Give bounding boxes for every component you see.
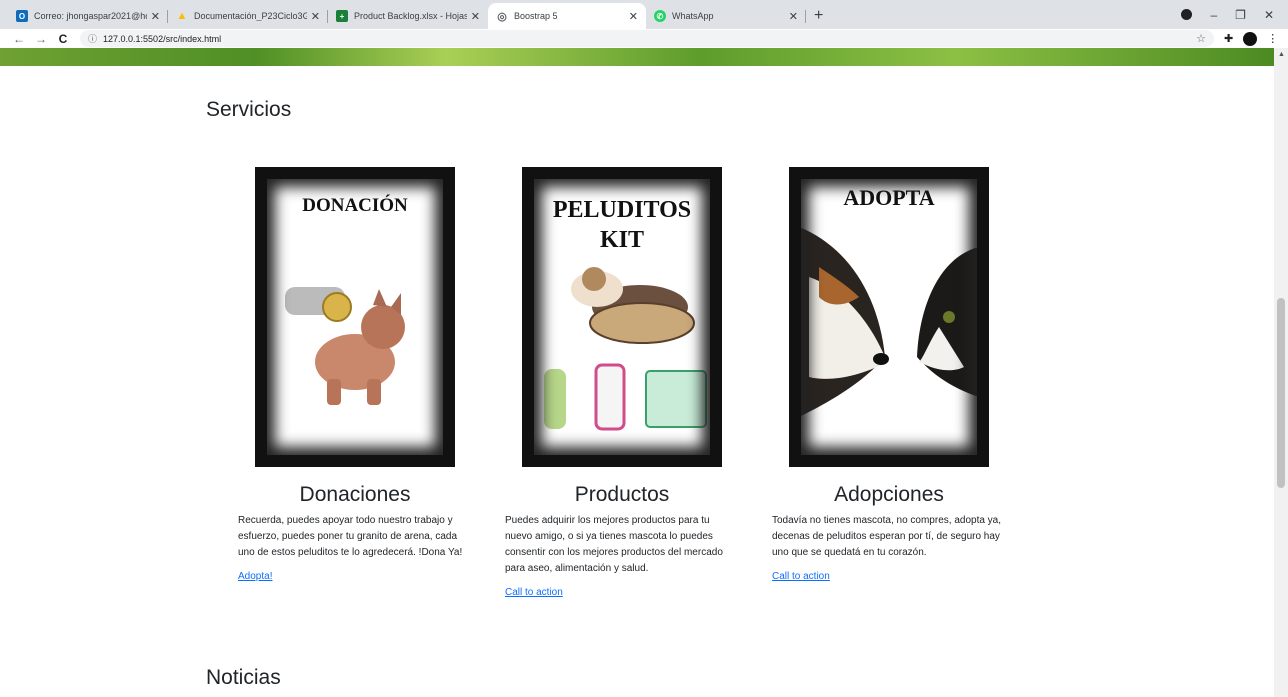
reload-icon[interactable]: C: [54, 32, 72, 46]
window-controls: – ❐ ✕: [1181, 0, 1288, 29]
adopt-image: ADOPTA: [789, 167, 989, 467]
page-scrollbar[interactable]: ▲: [1274, 48, 1288, 697]
new-tab-button[interactable]: +: [814, 3, 823, 29]
card-text: Recuerda, puedes apoyar todo nuestro tra…: [238, 515, 463, 558]
page-viewport: Servicios DONACIÓN Donaciones Recuerda, …: [0, 48, 1274, 697]
restore-button[interactable]: ❐: [1235, 8, 1246, 22]
avatar[interactable]: [1243, 31, 1258, 46]
back-icon[interactable]: ←: [10, 32, 28, 46]
extensions-icon[interactable]: ✚: [1224, 32, 1233, 45]
close-tab-icon[interactable]: ✕: [151, 10, 160, 23]
card-adopciones: ADOPTA Adopciones Todavía no tienes masc…: [772, 167, 1006, 584]
donation-image: DONACIÓN: [255, 167, 455, 467]
tab-whatsapp[interactable]: ✆ WhatsApp ✕: [646, 3, 806, 29]
profile-icon[interactable]: [1181, 9, 1193, 20]
tab-strip: O Correo: jhongaspar2021@hotma ✕ ▲ Docum…: [0, 0, 1288, 29]
google-sheets-icon: +: [336, 10, 348, 22]
tab-title: Documentación_P23Ciclo3Grupo: [194, 11, 307, 21]
image-caption: PELUDITOS KIT: [552, 197, 692, 253]
info-icon[interactable]: ⓘ: [88, 32, 97, 45]
close-tab-icon[interactable]: ✕: [311, 10, 320, 23]
card-link[interactable]: Adopta!: [238, 571, 272, 582]
tab-drive[interactable]: ▲ Documentación_P23Ciclo3Grupo ✕: [168, 3, 328, 29]
scrollbar-thumb[interactable]: [1277, 298, 1285, 488]
card-productos: PELUDITOS KIT Productos Puedes adquirir …: [505, 167, 739, 600]
globe-icon: ◎: [497, 10, 507, 23]
image-caption: ADOPTA: [843, 185, 935, 210]
news-title: Noticias: [206, 666, 281, 689]
image-caption: DONACIÓN: [302, 195, 408, 216]
close-tab-icon[interactable]: ✕: [789, 10, 798, 23]
address-bar[interactable]: ⓘ 127.0.0.1:5502/src/index.html ☆: [80, 30, 1214, 47]
tab-bootstrap[interactable]: ◎ Boostrap 5 ✕: [488, 3, 646, 29]
tab-title: Correo: jhongaspar2021@hotma: [34, 11, 147, 21]
tab-outlook[interactable]: O Correo: jhongaspar2021@hotma ✕: [8, 3, 168, 29]
tab-sheets[interactable]: + Product Backlog.xlsx - Hojas de c ✕: [328, 3, 488, 29]
forward-icon[interactable]: →: [32, 32, 50, 46]
outlook-icon: O: [16, 10, 28, 22]
card-text: Puedes adquirir los mejores productos pa…: [505, 515, 723, 574]
google-drive-icon: ▲: [176, 10, 188, 22]
card-link[interactable]: Call to action: [505, 587, 563, 598]
card-text: Todavía no tienes mascota, no compres, a…: [772, 515, 1002, 558]
url-text: 127.0.0.1:5502/src/index.html: [103, 33, 222, 44]
services-title: Servicios: [206, 98, 292, 121]
minimize-button[interactable]: –: [1210, 8, 1217, 22]
close-tab-icon[interactable]: ✕: [471, 10, 480, 23]
products-image: PELUDITOS KIT: [522, 167, 722, 467]
scroll-up-icon[interactable]: ▲: [1278, 51, 1285, 58]
card-title: Adopciones: [834, 483, 944, 506]
card-link[interactable]: Call to action: [772, 571, 830, 582]
hero-banner-image: [0, 48, 1274, 66]
browser-toolbar: ← → C ⓘ 127.0.0.1:5502/src/index.html ☆ …: [0, 29, 1288, 48]
whatsapp-icon: ✆: [654, 10, 666, 22]
close-window-button[interactable]: ✕: [1264, 8, 1274, 22]
card-donaciones: DONACIÓN Donaciones Recuerda, puedes apo…: [238, 167, 472, 584]
close-tab-icon[interactable]: ✕: [629, 10, 638, 23]
tab-title: Boostrap 5: [514, 11, 558, 21]
card-title: Productos: [574, 483, 670, 506]
tab-title: WhatsApp: [672, 11, 714, 21]
card-title: Donaciones: [299, 483, 411, 506]
tab-title: Product Backlog.xlsx - Hojas de c: [354, 11, 467, 21]
menu-icon[interactable]: ⋮: [1267, 32, 1278, 45]
bookmark-star-icon[interactable]: ☆: [1196, 32, 1206, 45]
